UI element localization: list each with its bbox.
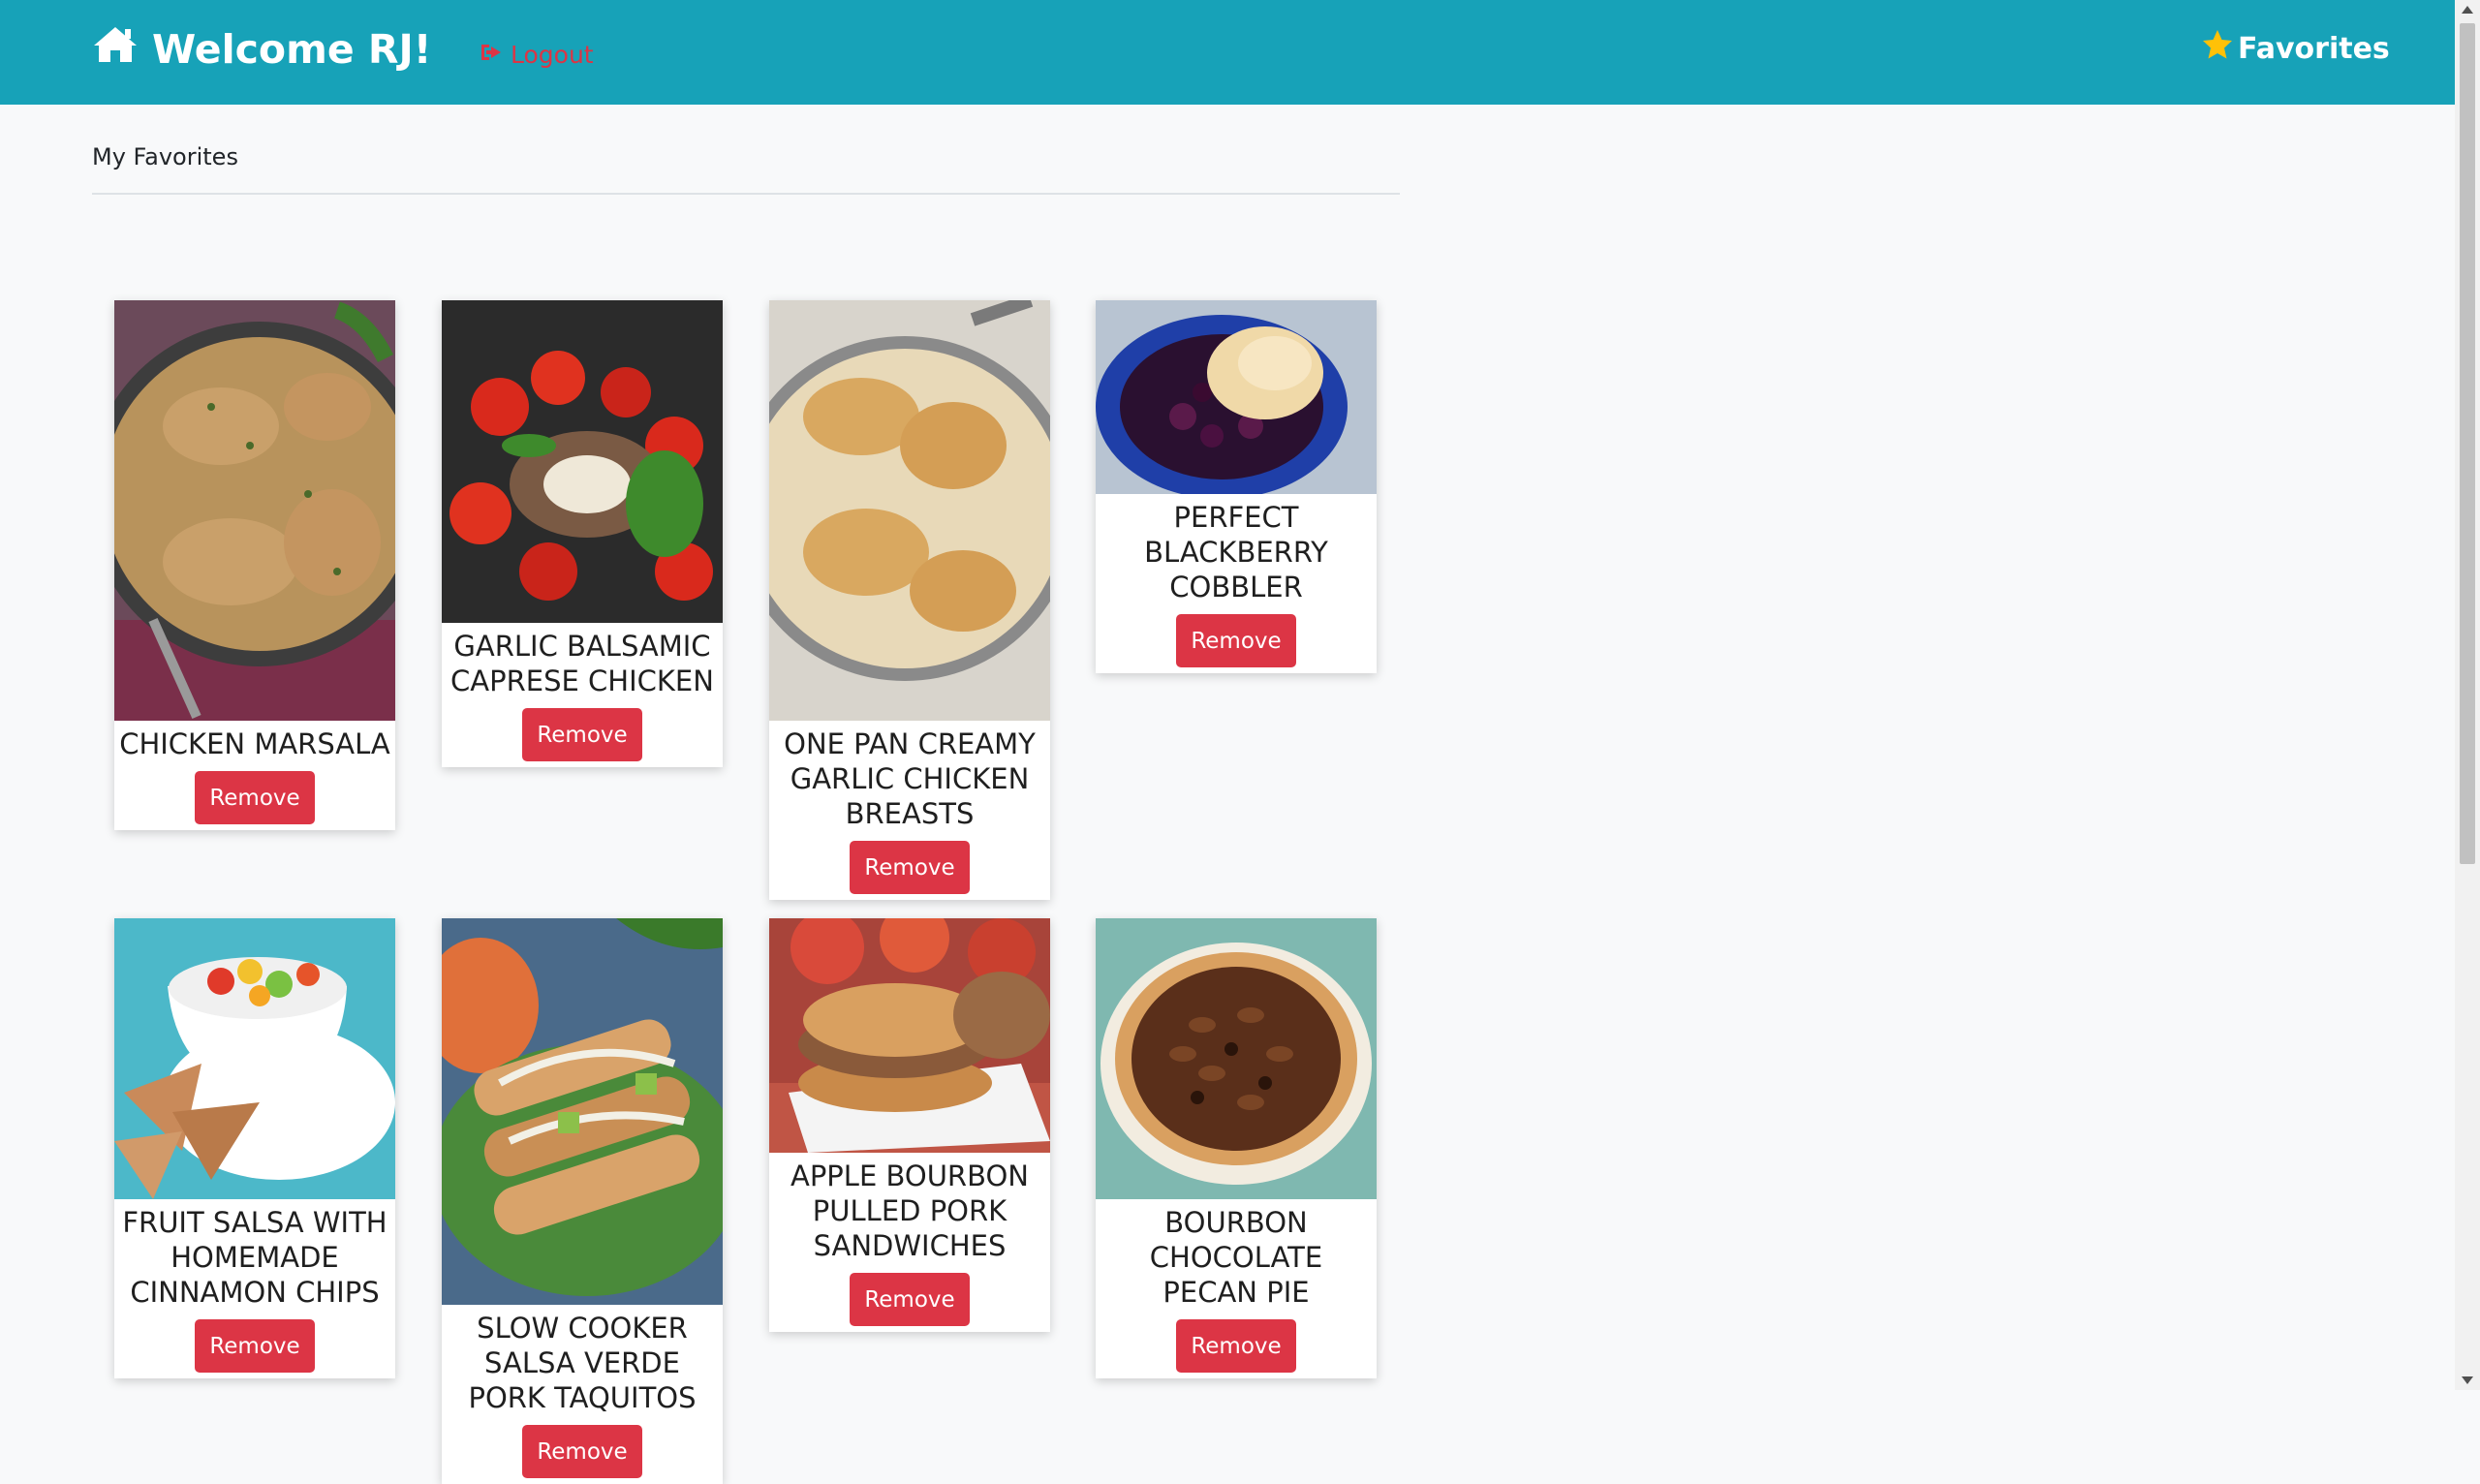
remove-button[interactable]: Remove <box>522 708 642 761</box>
page-title: My Favorites <box>92 143 238 170</box>
recipe-card: APPLE BOURBON PULLED PORK SANDWICHES Rem… <box>769 918 1050 1332</box>
remove-button[interactable]: Remove <box>195 1319 315 1373</box>
brand-link[interactable]: Welcome RJ! <box>92 23 431 76</box>
recipe-title: PERFECT BLACKBERRY COBBLER <box>1144 501 1328 603</box>
recipe-title: BOURBON CHOCOLATE PECAN PIE <box>1149 1206 1323 1309</box>
recipe-image <box>114 918 395 1199</box>
remove-button[interactable]: Remove <box>195 771 315 824</box>
navbar: Welcome RJ! Logout Favorites <box>0 0 2455 105</box>
recipe-card: FRUIT SALSA WITH HOMEMADE CINNAMON CHIPS… <box>114 918 395 1378</box>
remove-button[interactable]: Remove <box>522 1425 642 1478</box>
scroll-up-arrow-icon[interactable] <box>2462 6 2473 14</box>
section-divider <box>92 193 1400 195</box>
recipe-image <box>114 300 395 721</box>
recipe-image <box>769 300 1050 721</box>
recipe-card: CHICKEN MARSALA Remove <box>114 300 395 830</box>
logout-link[interactable]: Logout <box>480 37 594 72</box>
remove-button[interactable]: Remove <box>1176 1319 1296 1373</box>
recipe-title: ONE PAN CREAMY GARLIC CHICKEN BREASTS <box>784 727 1036 830</box>
logout-label: Logout <box>511 40 594 69</box>
favorites-link[interactable]: Favorites <box>2201 27 2390 70</box>
favorites-label: Favorites <box>2238 31 2390 66</box>
recipe-image <box>1096 918 1377 1199</box>
scroll-down-arrow-icon[interactable] <box>2462 1376 2473 1384</box>
remove-button[interactable]: Remove <box>1176 614 1296 667</box>
remove-button[interactable]: Remove <box>850 1273 970 1326</box>
recipe-image <box>769 918 1050 1153</box>
vertical-scrollbar[interactable] <box>2455 0 2480 1390</box>
remove-button[interactable]: Remove <box>850 841 970 894</box>
recipe-title: SLOW COOKER SALSA VERDE PORK TAQUITOS <box>468 1312 697 1414</box>
recipe-card: GARLIC BALSAMIC CAPRESE CHICKEN Remove <box>442 300 723 767</box>
recipe-title: GARLIC BALSAMIC CAPRESE CHICKEN <box>450 630 714 697</box>
recipe-card: BOURBON CHOCOLATE PECAN PIE Remove <box>1096 918 1377 1378</box>
home-icon <box>92 25 139 74</box>
recipe-title: CHICKEN MARSALA <box>119 727 390 760</box>
brand-text: Welcome RJ! <box>152 26 432 73</box>
recipe-image <box>442 918 723 1305</box>
recipe-title: FRUIT SALSA WITH HOMEMADE CINNAMON CHIPS <box>122 1206 388 1309</box>
recipe-card: PERFECT BLACKBERRY COBBLER Remove <box>1096 300 1377 673</box>
recipe-card: ONE PAN CREAMY GARLIC CHICKEN BREASTS Re… <box>769 300 1050 900</box>
recipe-image <box>1096 300 1377 494</box>
scrollbar-thumb[interactable] <box>2460 23 2475 864</box>
recipe-card: SLOW COOKER SALSA VERDE PORK TAQUITOS Re… <box>442 918 723 1484</box>
recipe-image <box>442 300 723 623</box>
recipe-title: APPLE BOURBON PULLED PORK SANDWICHES <box>790 1159 1029 1262</box>
sign-out-icon <box>480 41 503 69</box>
star-icon <box>2201 28 2234 69</box>
